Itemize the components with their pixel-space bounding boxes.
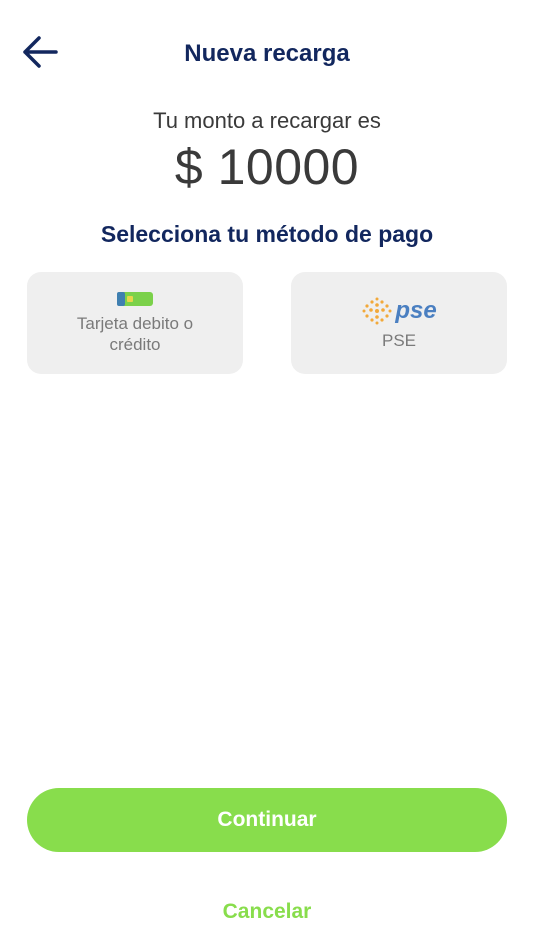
payment-method-heading: Selecciona tu método de pago <box>100 221 434 247</box>
pse-logo-text: pse <box>395 296 437 324</box>
page-title: Nueva recarga <box>184 40 350 67</box>
pse-logo-icon: pse <box>361 296 437 326</box>
cancel-button[interactable]: Cancelar <box>0 900 534 924</box>
payment-method-label: PSE <box>381 330 417 350</box>
amount-value: $ 10000 <box>174 139 360 195</box>
new-recharge-screen: Nueva recarga Tu monto a recargar es $ 1… <box>0 0 534 950</box>
header: Nueva recarga <box>0 30 534 78</box>
payment-method-label: Tarjeta debito o crédito <box>76 313 194 354</box>
amount-label: Tu monto a recargar es <box>153 108 381 133</box>
payment-method-pse[interactable]: pse PSE <box>291 272 507 374</box>
credit-card-icon <box>117 291 153 311</box>
continue-button[interactable]: Continuar <box>27 788 507 852</box>
payment-method-card[interactable]: Tarjeta debito o crédito <box>27 272 243 374</box>
continue-button-label: Continuar <box>217 808 317 831</box>
